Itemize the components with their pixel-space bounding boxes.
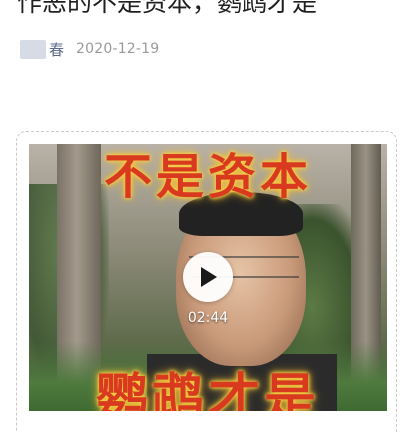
play-button[interactable] bbox=[183, 252, 233, 302]
article-page: 作恶的不是资本，鹦鹉才是 春 2020-12-19 不是资本 鹦鹉才是 02:4… bbox=[0, 0, 411, 432]
play-icon bbox=[201, 267, 217, 287]
video-caption-top: 不是资本 bbox=[103, 149, 312, 205]
video-duration: 02:44 bbox=[187, 310, 229, 326]
publish-date: 2020-12-19 bbox=[76, 41, 160, 57]
author-avatar[interactable] bbox=[20, 39, 46, 59]
author-name[interactable]: 春 bbox=[49, 39, 64, 60]
article-meta: 春 2020-12-19 bbox=[20, 38, 159, 60]
video-caption-bottom: 鹦鹉才是 bbox=[95, 368, 320, 411]
article-title: 作恶的不是资本，鹦鹉才是 bbox=[17, 0, 318, 17]
